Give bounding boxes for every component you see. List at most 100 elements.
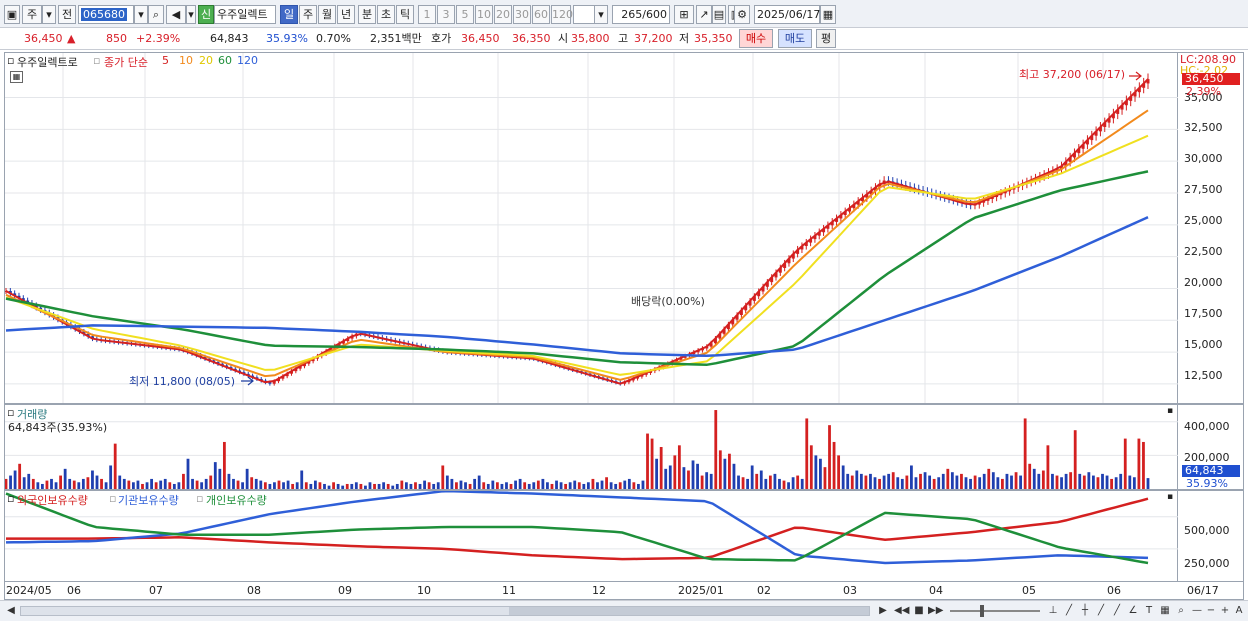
code-dropdown-icon[interactable]: ▾ bbox=[134, 5, 148, 24]
interval-60[interactable]: 60 bbox=[532, 5, 550, 24]
volume-bar bbox=[1082, 475, 1086, 489]
panel-menu-icon[interactable]: ▫ bbox=[7, 406, 14, 419]
scrollbar-thumb[interactable] bbox=[509, 607, 869, 615]
scroll-right-icon[interactable]: ▶ bbox=[876, 604, 890, 618]
interval-dropdown-icon[interactable]: ▾ bbox=[594, 5, 608, 24]
zoom-slider[interactable] bbox=[950, 605, 1040, 617]
interval-10[interactable]: 10 bbox=[475, 5, 493, 24]
volume-bar bbox=[327, 485, 331, 489]
buy-button[interactable]: 매수 bbox=[739, 29, 773, 48]
tick-30000: 30,000 bbox=[1184, 152, 1223, 165]
period-month[interactable]: 월 bbox=[318, 5, 336, 24]
interval-3[interactable]: 3 bbox=[437, 5, 455, 24]
chevron-down-icon[interactable]: ▾ bbox=[42, 5, 56, 24]
volume-bar bbox=[318, 482, 322, 489]
forward-icon[interactable]: ▶▶ bbox=[928, 604, 943, 618]
volume-bar bbox=[1041, 470, 1045, 489]
panel-menu-icon[interactable]: ▫ bbox=[7, 492, 14, 505]
interval-1[interactable]: 1 bbox=[418, 5, 436, 24]
panel-close-icon[interactable]: ▪ bbox=[1167, 406, 1173, 416]
stock-code-input[interactable]: 065680 bbox=[78, 5, 134, 24]
cross-line-icon[interactable]: ┼ bbox=[1078, 604, 1092, 618]
interval-5[interactable]: 5 bbox=[456, 5, 474, 24]
volume-bar bbox=[664, 468, 668, 489]
volume-bar bbox=[596, 482, 599, 489]
hold-tick-250000: 250,000 bbox=[1184, 557, 1230, 570]
fib-icon[interactable]: ╱ bbox=[1094, 604, 1108, 618]
period-second[interactable]: 초 bbox=[377, 5, 395, 24]
scrollbar-track[interactable] bbox=[20, 606, 870, 616]
panel-menu-icon[interactable]: ▫ bbox=[7, 54, 14, 67]
eval-button[interactable]: 평 bbox=[816, 29, 836, 48]
volume-bar bbox=[741, 477, 745, 489]
grid-icon[interactable]: ▦ bbox=[1158, 604, 1172, 618]
stop-icon[interactable]: ■ bbox=[912, 604, 926, 618]
window-icon[interactable]: ▣ bbox=[4, 5, 20, 24]
volume-current: 64,843주(35.93%) bbox=[8, 421, 108, 434]
x-label: 07 bbox=[149, 584, 163, 597]
zoom-icon[interactable]: ⌕ bbox=[1174, 604, 1188, 618]
text-tool-icon[interactable]: T bbox=[1142, 604, 1156, 618]
volume-bar bbox=[282, 482, 285, 489]
period-minute[interactable]: 분 bbox=[358, 5, 376, 24]
volume-bar bbox=[518, 478, 522, 489]
trend-line-icon[interactable]: ╱ bbox=[1062, 604, 1076, 618]
zoom-out-icon[interactable]: — bbox=[1190, 604, 1204, 618]
interval-120[interactable]: 120 bbox=[551, 5, 573, 24]
high-arrow-icon bbox=[1129, 71, 1142, 81]
rewind-icon[interactable]: ◀◀ bbox=[894, 604, 909, 618]
sell-button[interactable]: 매도 bbox=[778, 29, 812, 48]
volume-bar bbox=[746, 478, 750, 489]
speaker-dropdown-icon[interactable]: ▾ bbox=[186, 5, 196, 24]
volume-bar bbox=[828, 425, 831, 489]
ma5-label: 5 bbox=[162, 54, 169, 67]
period-year[interactable]: 년 bbox=[337, 5, 355, 24]
stock-name-field[interactable]: 우주일렉트 bbox=[214, 5, 276, 24]
holdings-panel[interactable]: ▫ 외국인보유수량 ▫ 기관보유수량 ▫ 개인보유수량 ▪ bbox=[4, 490, 1179, 582]
interval-30[interactable]: 30 bbox=[513, 5, 531, 24]
table-icon[interactable]: ▦ bbox=[10, 71, 23, 83]
period-day[interactable]: 일 bbox=[280, 5, 298, 24]
draw-line-icon[interactable]: ⊥ bbox=[1046, 604, 1060, 618]
volume-bar bbox=[532, 482, 536, 489]
date-input[interactable]: 2025/06/17 bbox=[754, 5, 820, 24]
calendar-icon[interactable]: ▦ bbox=[820, 5, 836, 24]
market-select[interactable]: 주 bbox=[22, 5, 42, 24]
volume-bar bbox=[627, 478, 631, 489]
volume-bar bbox=[95, 475, 99, 489]
foreign-holdings-label: 외국인보유수량 bbox=[17, 494, 88, 507]
panel-close-icon[interactable]: ▪ bbox=[1167, 492, 1173, 502]
save-icon[interactable]: ▤ bbox=[712, 5, 726, 24]
volume-bar bbox=[696, 463, 699, 489]
volume-bar bbox=[13, 470, 17, 489]
zoom-slider-handle[interactable] bbox=[980, 605, 984, 617]
search-icon[interactable]: ⌕ bbox=[148, 5, 164, 24]
volume-bar bbox=[723, 458, 727, 489]
interval-20[interactable]: 20 bbox=[494, 5, 512, 24]
minus-icon[interactable]: − bbox=[1204, 604, 1218, 618]
scroll-left-icon[interactable]: ◀ bbox=[4, 604, 18, 618]
x-label: 2025/01 bbox=[678, 584, 724, 597]
period-tick[interactable]: 틱 bbox=[396, 5, 414, 24]
price-chart-panel[interactable]: ▫ 우주일렉트로 ▫ 종가 단순 5 10 20 60 120 ▦ 최고 37,… bbox=[4, 52, 1179, 404]
gear-icon[interactable]: ⚙ bbox=[734, 5, 750, 24]
prev-button[interactable]: 전 bbox=[58, 5, 76, 24]
chart-tools-icon[interactable]: ⊞ bbox=[674, 5, 694, 24]
x-label: 12 bbox=[592, 584, 606, 597]
draw-icon[interactable]: ↗ bbox=[696, 5, 712, 24]
tick-15000: 15,000 bbox=[1184, 338, 1223, 351]
count-field[interactable]: 265/600 bbox=[612, 5, 670, 24]
plus-icon[interactable]: + bbox=[1218, 604, 1232, 618]
volume-bar bbox=[946, 468, 950, 489]
channel-icon[interactable]: ╱ bbox=[1110, 604, 1124, 618]
volume-bar bbox=[81, 478, 85, 489]
font-size-icon[interactable]: A bbox=[1232, 604, 1246, 618]
volume-bar bbox=[623, 480, 627, 489]
angle-icon[interactable]: ∠ bbox=[1126, 604, 1140, 618]
volume-panel[interactable]: ▫ 거래량 64,843주(35.93%) ▪ bbox=[4, 404, 1179, 490]
volume-bar bbox=[577, 482, 581, 489]
volume-bar bbox=[31, 478, 35, 489]
volume-bar bbox=[300, 470, 304, 489]
period-week[interactable]: 주 bbox=[299, 5, 317, 24]
speaker-icon[interactable]: ◀ bbox=[166, 5, 186, 24]
